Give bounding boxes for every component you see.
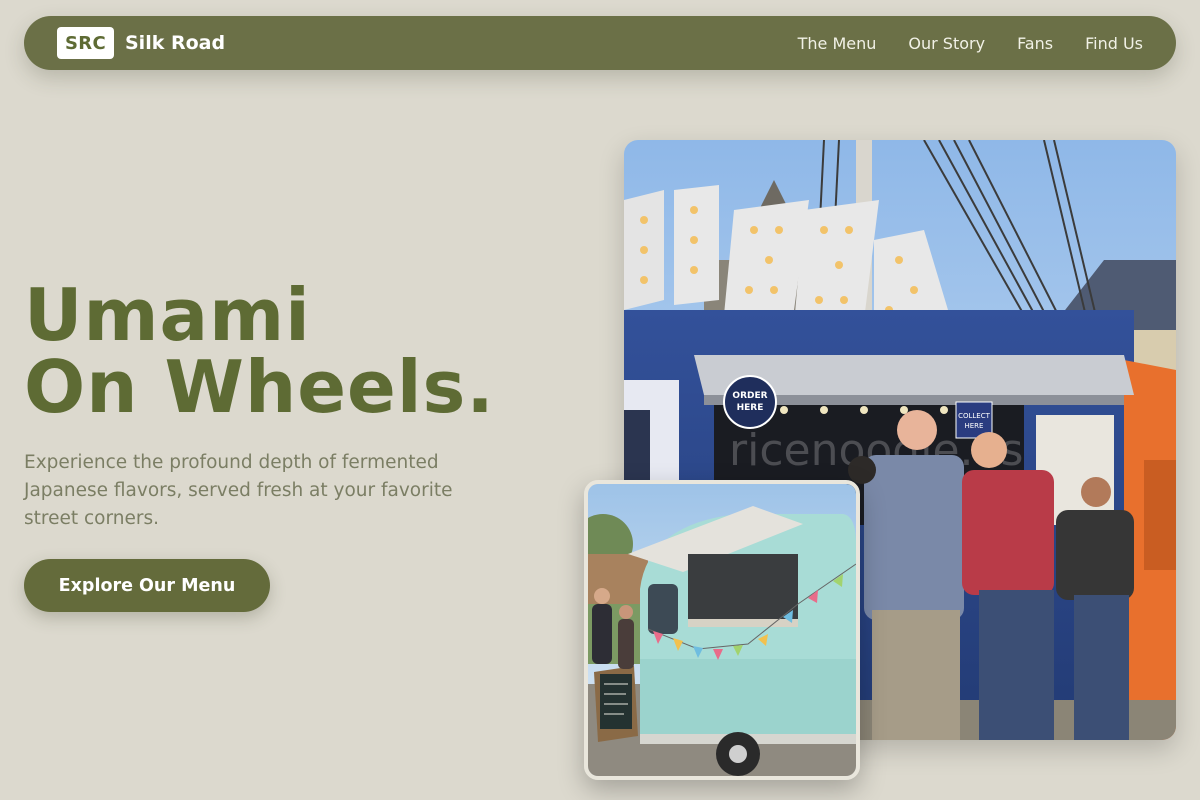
vintage-van-scene [588, 484, 856, 776]
svg-text:HERE: HERE [737, 403, 764, 413]
hero-title: Umami On Wheels. [24, 279, 495, 423]
brand-name: Silk Road [125, 32, 226, 54]
vintage-van-photo [584, 480, 860, 780]
nav-links: The Menu Our Story Fans Find Us [798, 34, 1143, 53]
top-navbar: SRC Silk Road The Menu Our Story Fans Fi… [24, 16, 1176, 70]
brand-link[interactable]: SRC Silk Road [57, 27, 225, 59]
hero-description: Experience the profound depth of ferment… [24, 452, 453, 529]
chalkboard-sign [594, 666, 638, 742]
logo-badge: SRC [57, 27, 114, 59]
nav-link-fans[interactable]: Fans [1017, 34, 1053, 53]
hero-title-line1: Umami [24, 273, 311, 357]
explore-menu-button[interactable]: Explore Our Menu [24, 559, 270, 612]
nav-link-find-us[interactable]: Find Us [1085, 34, 1143, 53]
hero-title-line2: On Wheels. [24, 345, 495, 429]
page: SRC Silk Road The Menu Our Story Fans Fi… [0, 0, 1200, 800]
order-here-sign: ORDER HERE [723, 375, 777, 429]
svg-text:COLLECT: COLLECT [958, 412, 991, 420]
svg-text:ORDER: ORDER [732, 391, 767, 401]
nav-link-our-story[interactable]: Our Story [908, 34, 985, 53]
nav-link-the-menu[interactable]: The Menu [798, 34, 877, 53]
